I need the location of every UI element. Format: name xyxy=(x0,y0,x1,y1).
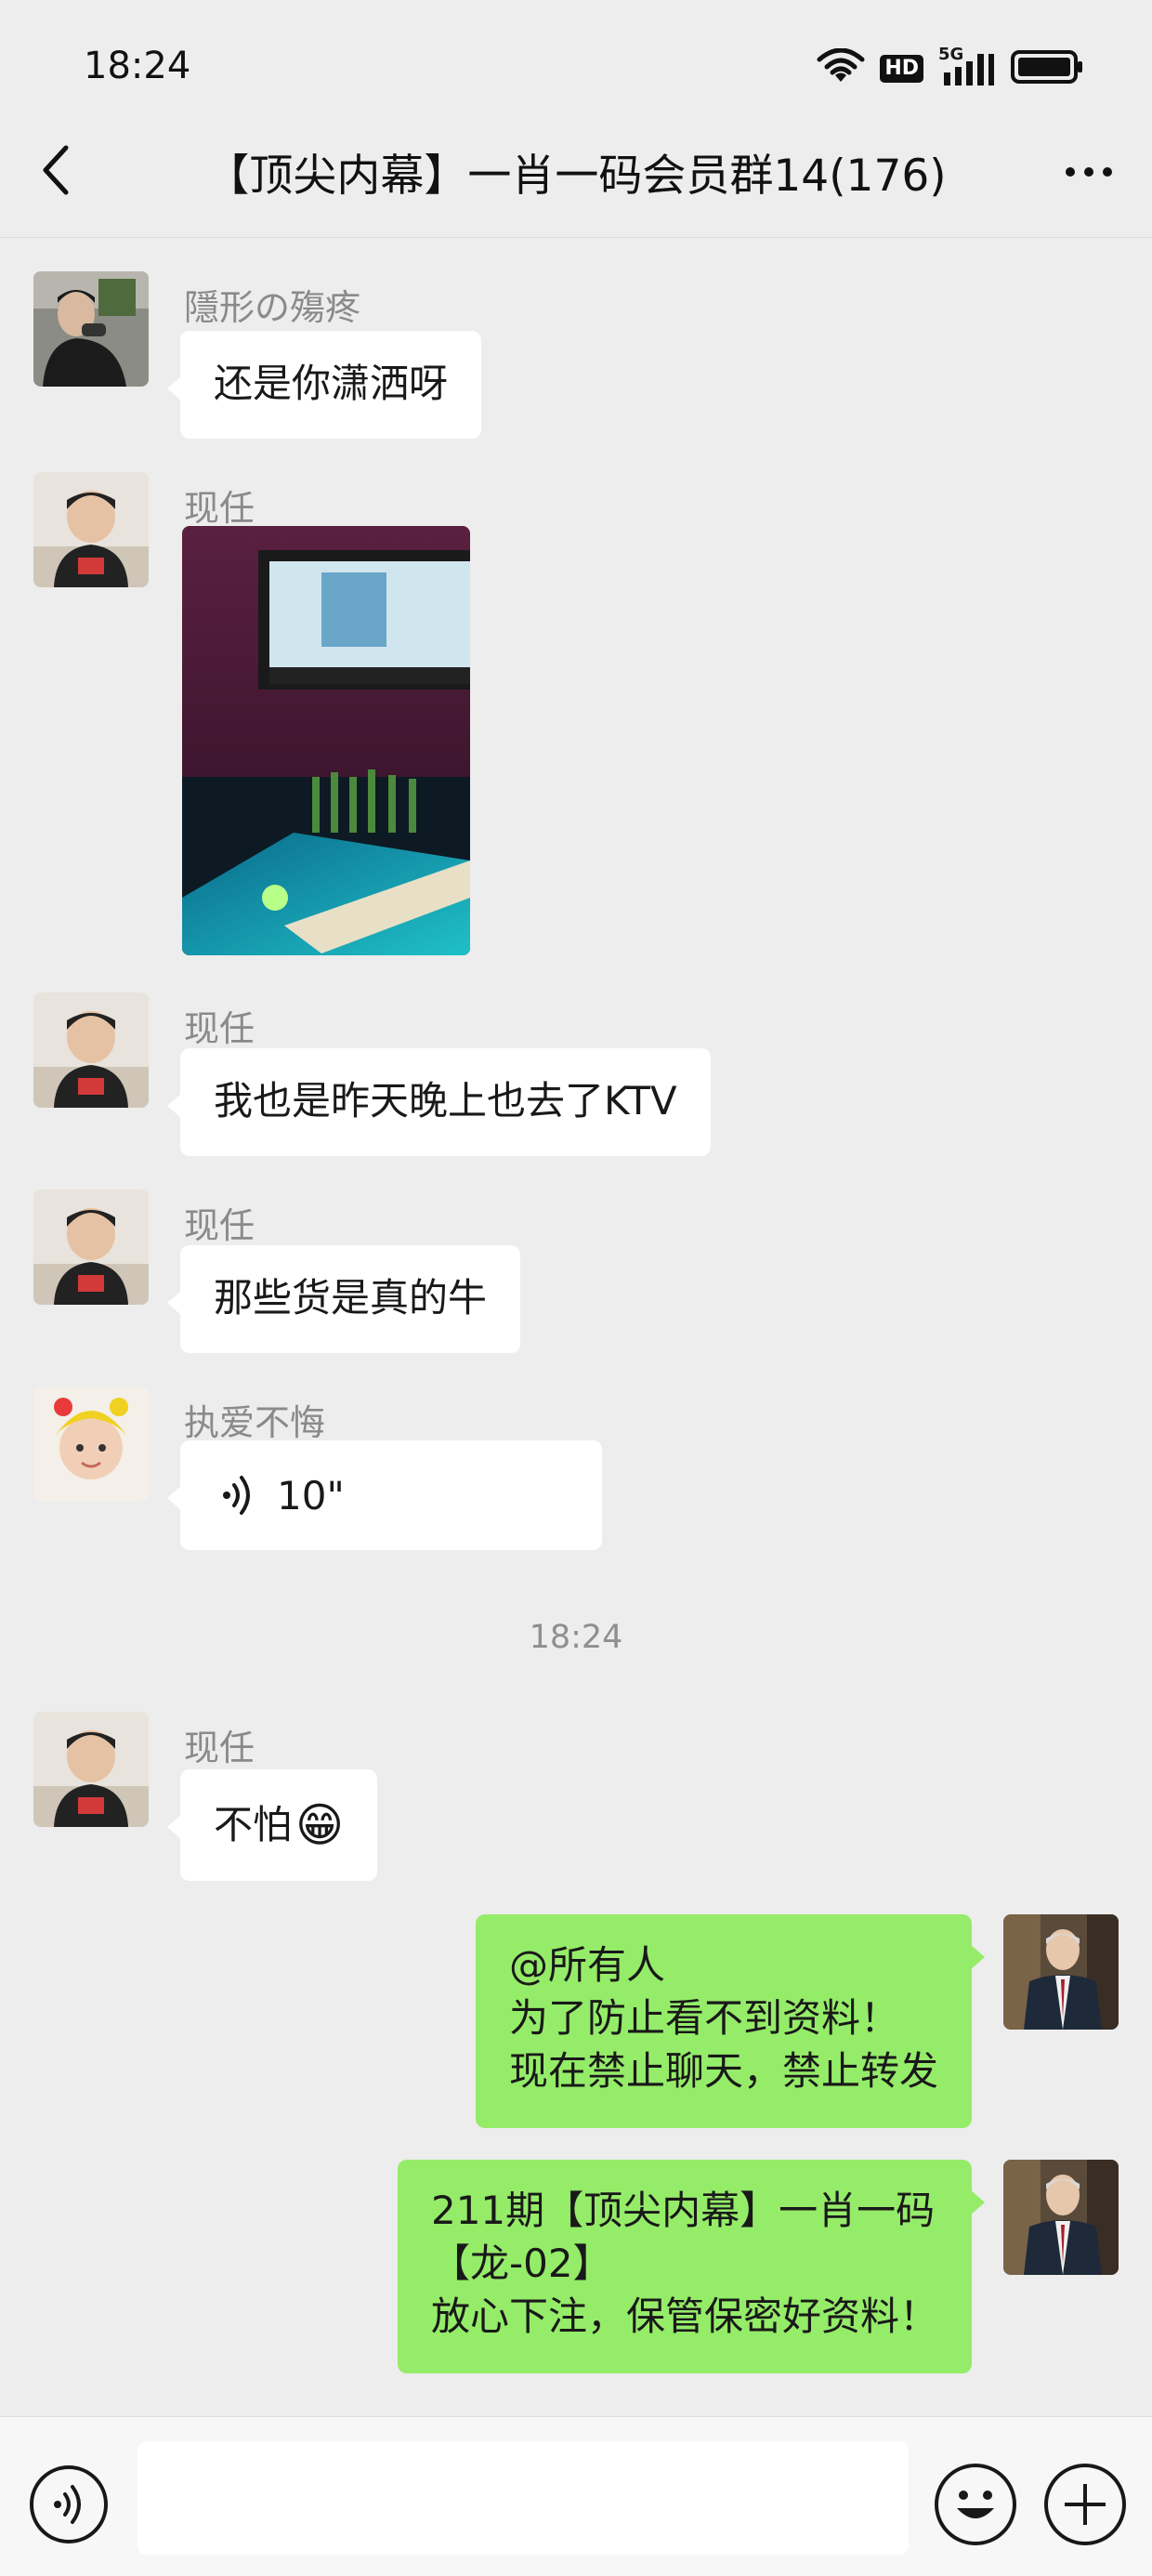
voice-toggle-button[interactable] xyxy=(30,2465,108,2543)
message-row: 211期【顶尖内幕】一肖一码 【龙-02】 放心下注，保管保密好资料！ xyxy=(0,2160,1152,2377)
message-row: 现任 那些货是真的牛 xyxy=(0,1189,1152,1357)
message-line: @所有人 xyxy=(508,1942,665,1988)
message-text: 还是你潇洒呀 xyxy=(214,361,449,406)
grin-emoji: 😁 xyxy=(295,1798,345,1852)
chat-header: 【顶尖内幕】一肖一码会员群14(176) xyxy=(0,102,1152,238)
message-input[interactable] xyxy=(137,2441,909,2555)
sender-name: 执爱不悔 xyxy=(184,1402,326,1443)
message-text: 不怕 xyxy=(214,1802,293,1847)
message-bubble[interactable]: 那些货是真的牛 xyxy=(166,1245,521,1353)
message-line: 现在禁止聊天，禁止转发 xyxy=(508,2048,938,2094)
wifi-icon xyxy=(817,47,865,89)
battery-icon xyxy=(1011,49,1085,88)
voice-wave-icon xyxy=(223,1476,250,1515)
sender-name: 现任 xyxy=(184,1728,255,1768)
message-bubble[interactable]: 不怕 😁 xyxy=(166,1769,378,1881)
more-dots-icon xyxy=(1066,167,1075,177)
message-image[interactable] xyxy=(182,526,470,955)
message-row: @所有人 为了防止看不到资料！ 现在禁止聊天，禁止转发 xyxy=(0,1914,1152,2132)
avatar[interactable] xyxy=(33,992,149,1108)
message-row: 现任 xyxy=(0,472,1152,959)
input-bar xyxy=(0,2416,1152,2576)
sender-name: 现任 xyxy=(184,488,255,529)
avatar[interactable] xyxy=(33,472,149,587)
avatar[interactable] xyxy=(33,1712,149,1827)
message-row: 现任 我也是昨天晚上也去了KTV xyxy=(0,992,1152,1160)
message-bubble[interactable]: 我也是昨天晚上也去了KTV xyxy=(167,1048,711,1156)
sender-name: 现任 xyxy=(184,1008,255,1049)
message-bubble[interactable]: @所有人 为了防止看不到资料！ 现在禁止聊天，禁止转发 xyxy=(475,1914,986,2128)
message-line: 为了防止看不到资料！ xyxy=(508,1995,899,2041)
message-text: 那些货是真的牛 xyxy=(214,1275,488,1321)
voice-message[interactable]: 10" xyxy=(167,1440,602,1550)
message-line: 【龙-02】 xyxy=(430,2241,612,2286)
hd-icon: HD xyxy=(880,55,923,83)
message-text: 我也是昨天晚上也去了KTV xyxy=(214,1078,677,1124)
chat-timestamp: 18:24 xyxy=(529,1619,623,1656)
voice-duration: 10" xyxy=(277,1472,345,1518)
page-title: 【顶尖内幕】一肖一码会员群14(176) xyxy=(205,151,947,202)
5g-signal-icon: 5G xyxy=(938,45,996,87)
message-row: 隱形の殤疼 还是你潇洒呀 xyxy=(0,271,1152,439)
emoji-button[interactable] xyxy=(935,2464,1016,2545)
status-icons: HD 5G xyxy=(817,45,1085,91)
chevron-left-icon xyxy=(43,145,69,195)
message-bubble[interactable]: 211期【顶尖内幕】一肖一码 【龙-02】 放心下注，保管保密好资料！ xyxy=(397,2160,986,2373)
message-row: 现任 不怕 😁 xyxy=(0,1712,1152,1888)
avatar[interactable] xyxy=(1003,1914,1119,2030)
message-bubble[interactable]: 还是你潇洒呀 xyxy=(166,331,482,439)
sender-name: 现任 xyxy=(184,1205,255,1246)
voice-toggle-icon xyxy=(54,2485,81,2524)
more-button[interactable] xyxy=(1052,139,1126,204)
back-button[interactable] xyxy=(28,138,84,203)
avatar[interactable] xyxy=(33,271,149,387)
avatar[interactable] xyxy=(1003,2160,1119,2275)
sender-name: 隱形の殤疼 xyxy=(184,287,361,328)
status-time: 18:24 xyxy=(84,45,191,87)
message-row: 执爱不悔 10" xyxy=(0,1387,1152,1563)
avatar[interactable] xyxy=(33,1387,149,1502)
emoji-icon xyxy=(957,2491,994,2518)
plus-button[interactable] xyxy=(1044,2464,1126,2545)
message-line: 放心下注，保管保密好资料！ xyxy=(430,2293,938,2339)
message-line: 211期【顶尖内幕】一肖一码 xyxy=(430,2188,936,2233)
avatar[interactable] xyxy=(33,1189,149,1305)
